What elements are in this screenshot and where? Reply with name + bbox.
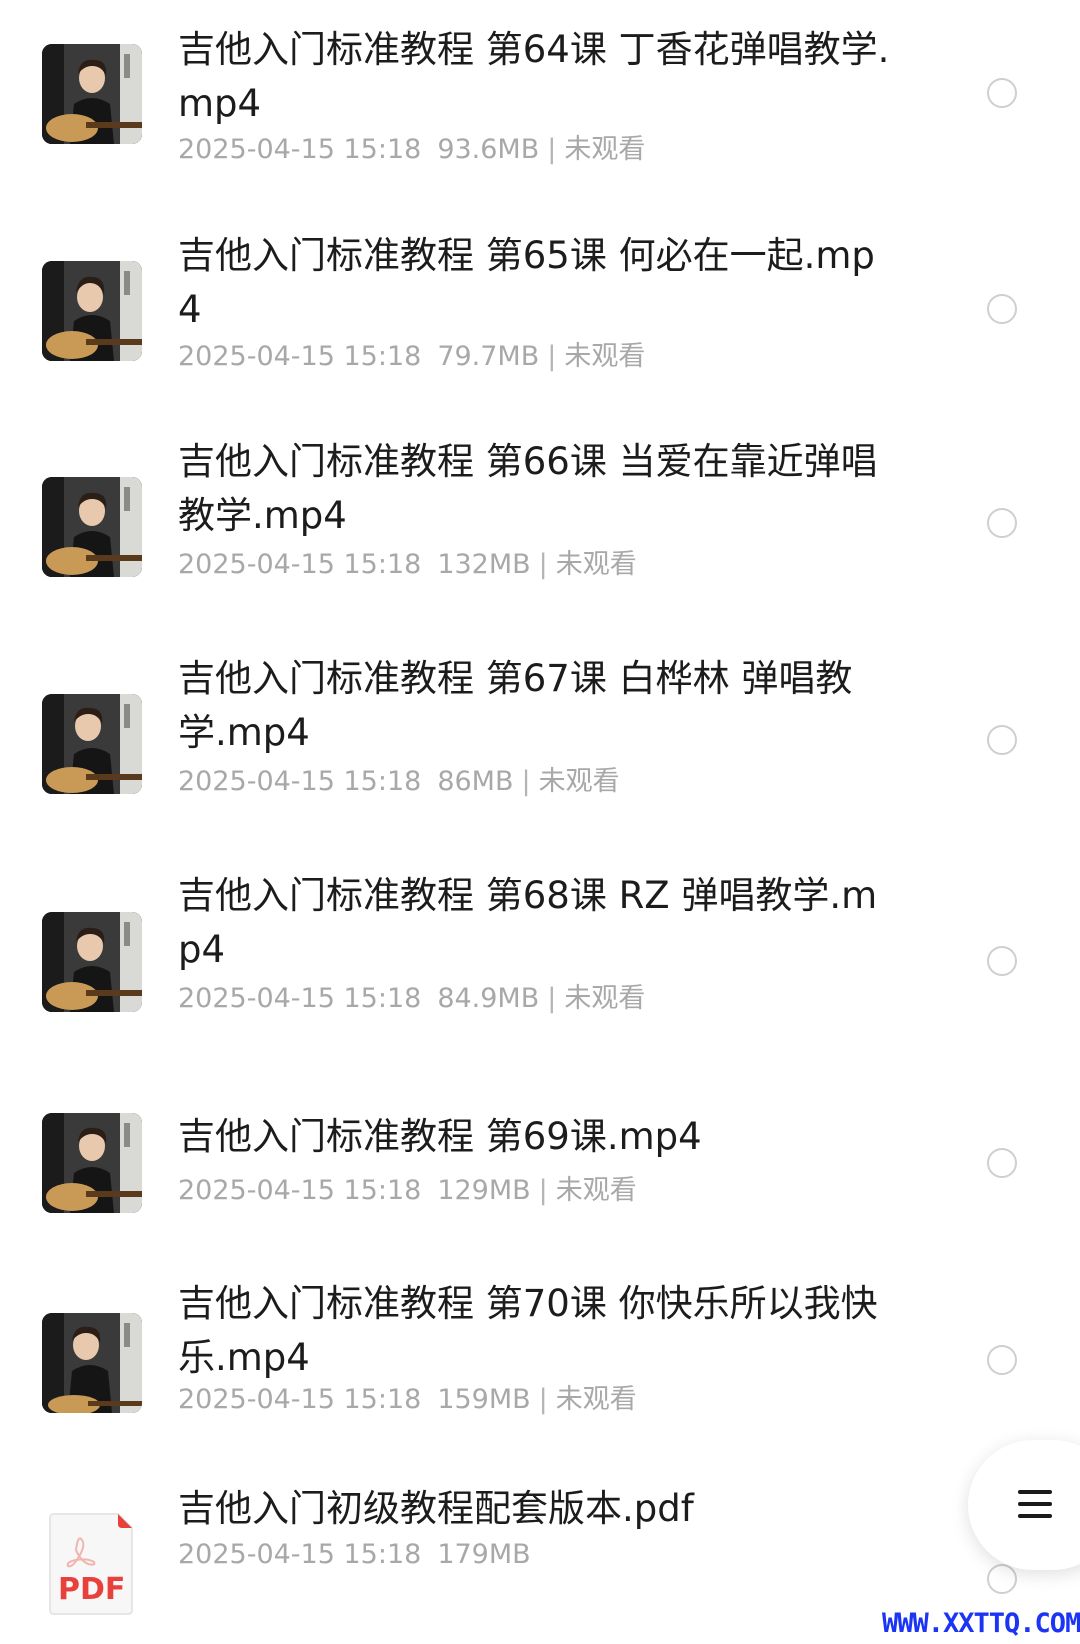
select-radio[interactable] [987, 725, 1017, 755]
file-row[interactable]: 吉他入门标准教程 第64课 丁香花弹唱教学.mp4 2025-04-15 15:… [0, 0, 1080, 205]
file-size: 159MB [437, 1384, 531, 1415]
select-radio[interactable] [987, 1148, 1017, 1178]
watch-status: 未观看 [555, 549, 637, 580]
file-meta: 2025-04-15 15:18 159MB | 未观看 [178, 1380, 637, 1420]
meta-separator: | [547, 341, 557, 372]
file-date: 2025-04-15 15:18 [178, 766, 422, 797]
file-row[interactable]: 吉他入门标准教程 第70课 你快乐所以我快乐.mp4 2025-04-15 15… [0, 1253, 1080, 1465]
file-row[interactable]: 吉他入门标准教程 第65课 何必在一起.mp4 2025-04-15 15:18… [0, 205, 1080, 420]
video-thumbnail [42, 477, 142, 577]
select-radio[interactable] [987, 508, 1017, 538]
select-radio[interactable] [987, 1345, 1017, 1375]
select-radio[interactable] [987, 294, 1017, 324]
file-size: 129MB [437, 1175, 531, 1206]
video-thumbnail [42, 912, 142, 1012]
menu-icon [1018, 1487, 1052, 1521]
file-list: 吉他入门标准教程 第64课 丁香花弹唱教学.mp4 2025-04-15 15:… [0, 0, 1080, 1644]
file-row[interactable]: 吉他入门标准教程 第66课 当爱在靠近弹唱教学.mp4 2025-04-15 1… [0, 420, 1080, 637]
meta-separator: | [521, 766, 531, 797]
file-row[interactable]: 吉他入门标准教程 第67课 白桦林 弹唱教学.mp4 2025-04-15 15… [0, 637, 1080, 854]
pdf-icon: PDF [48, 1512, 134, 1616]
file-meta: 2025-04-15 15:18 86MB | 未观看 [178, 762, 620, 802]
file-name: 吉他入门标准教程 第65课 何必在一起.mp4 [178, 234, 875, 331]
file-size: 179MB [437, 1539, 531, 1570]
file-meta: 2025-04-15 15:18 84.9MB | 未观看 [178, 979, 645, 1019]
meta-separator: | [538, 549, 548, 580]
file-date: 2025-04-15 15:18 [178, 134, 422, 165]
file-size: 93.6MB [437, 134, 540, 165]
file-date: 2025-04-15 15:18 [178, 549, 422, 580]
file-row[interactable]: 吉他入门标准教程 第68课 RZ 弹唱教学.mp4 2025-04-15 15:… [0, 854, 1080, 1068]
file-name: 吉他入门标准教程 第67课 白桦林 弹唱教学.mp4 [178, 657, 853, 754]
file-date: 2025-04-15 15:18 [178, 1175, 422, 1206]
file-meta: 2025-04-15 15:18 79.7MB | 未观看 [178, 337, 645, 377]
video-thumbnail [42, 694, 142, 794]
watch-status: 未观看 [564, 983, 646, 1014]
file-name: 吉他入门标准教程 第68课 RZ 弹唱教学.mp4 [178, 874, 878, 971]
meta-separator: | [547, 983, 557, 1014]
meta-separator: | [547, 134, 557, 165]
file-name: 吉他入门标准教程 第64课 丁香花弹唱教学.mp4 [178, 28, 890, 125]
file-row[interactable]: 吉他入门标准教程 第69课.mp4 2025-04-15 15:18 129MB |… [0, 1068, 1080, 1253]
file-size: 84.9MB [437, 983, 540, 1014]
file-meta: 2025-04-15 15:18 129MB | 未观看 [178, 1171, 637, 1211]
file-name: 吉他入门标准教程 第69课.mp4 [178, 1115, 702, 1158]
file-date: 2025-04-15 15:18 [178, 341, 422, 372]
file-size: 132MB [437, 549, 531, 580]
watch-status: 未观看 [564, 134, 646, 165]
pdf-label: PDF [58, 1572, 126, 1607]
file-meta: 2025-04-15 15:18 132MB | 未观看 [178, 545, 637, 585]
file-date: 2025-04-15 15:18 [178, 983, 422, 1014]
watch-status: 未观看 [555, 1175, 637, 1206]
file-name: 吉他入门初级教程配套版本.pdf [178, 1487, 694, 1530]
watermark: WWW.XXTTQ.COM [882, 1608, 1080, 1639]
file-size: 86MB [437, 766, 514, 797]
select-radio[interactable] [987, 1564, 1017, 1594]
file-meta: 2025-04-15 15:18 93.6MB | 未观看 [178, 130, 645, 170]
select-radio[interactable] [987, 78, 1017, 108]
video-thumbnail [42, 1313, 142, 1413]
video-thumbnail [42, 44, 142, 144]
file-date: 2025-04-15 15:18 [178, 1539, 422, 1570]
watch-status: 未观看 [564, 341, 646, 372]
file-name: 吉他入门标准教程 第66课 当爱在靠近弹唱教学.mp4 [178, 440, 878, 537]
meta-separator: | [538, 1175, 548, 1206]
file-date: 2025-04-15 15:18 [178, 1384, 422, 1415]
select-radio[interactable] [987, 946, 1017, 976]
meta-separator: | [538, 1384, 548, 1415]
watch-status: 未观看 [538, 766, 620, 797]
file-size: 79.7MB [437, 341, 540, 372]
video-thumbnail [42, 1113, 142, 1213]
video-thumbnail [42, 261, 142, 361]
file-meta: 2025-04-15 15:18 179MB [178, 1535, 531, 1575]
watch-status: 未观看 [555, 1384, 637, 1415]
file-name: 吉他入门标准教程 第70课 你快乐所以我快乐.mp4 [178, 1282, 878, 1379]
